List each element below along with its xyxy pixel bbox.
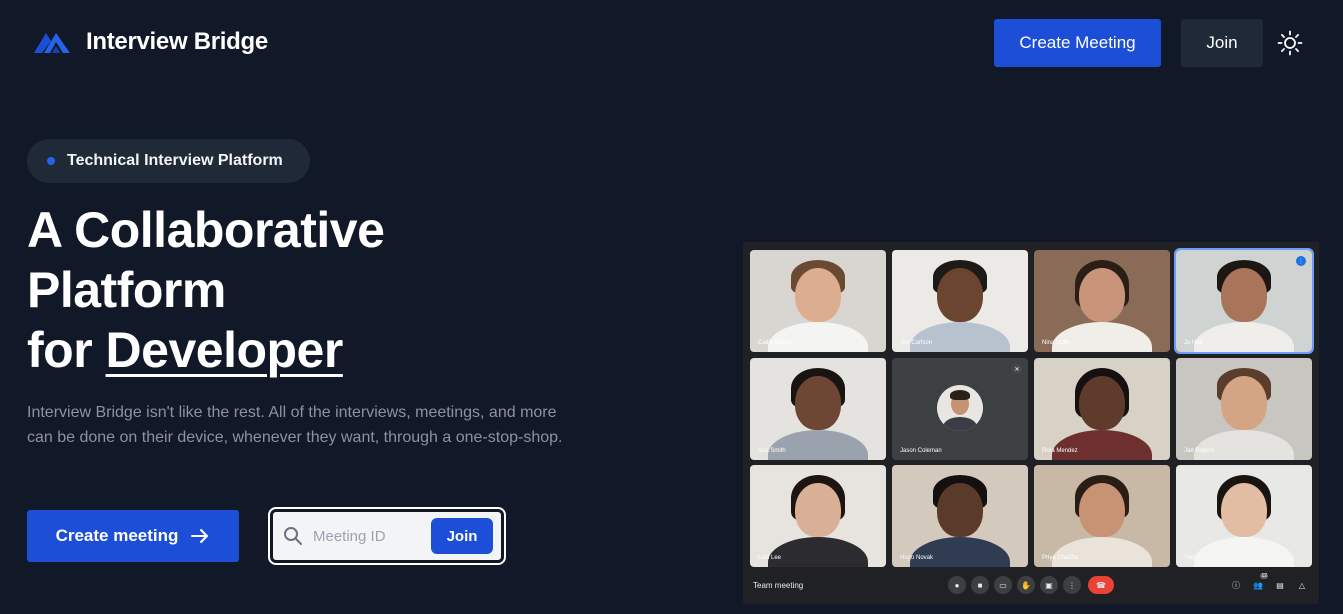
participant-name: You [1184, 555, 1195, 561]
top-nav: Interview Bridge Create Meeting Join [0, 0, 1343, 86]
chat-icon[interactable]: ▤ [1274, 579, 1286, 591]
participant-name: Jason Coleman [900, 448, 942, 454]
participant-tile: Callin Garner [750, 250, 886, 352]
participant-name: Lani Lee [758, 555, 782, 561]
meeting-id-input[interactable] [313, 527, 423, 545]
camera-icon[interactable]: ■ [971, 576, 989, 594]
headline-line-2: Platform [27, 262, 226, 318]
search-icon [284, 527, 302, 545]
participant-tile: Jad Rogers [1176, 358, 1312, 460]
captions-icon[interactable]: ▭ [994, 576, 1012, 594]
participants-count: 12 [1260, 573, 1268, 579]
create-meeting-label: Create meeting [55, 526, 179, 545]
arrow-right-icon [191, 529, 209, 543]
hero-description: Interview Bridge isn't like the rest. Al… [27, 404, 563, 446]
create-meeting-button[interactable]: Create meeting [27, 510, 239, 562]
participant-tile: Joe Carlson [892, 250, 1028, 352]
headline-line-3: for Developer [27, 320, 587, 380]
participant-name: Joe Carlson [900, 340, 933, 346]
participant-name: Priya Chacha [1042, 555, 1079, 561]
join-nav-button[interactable]: Join [1181, 19, 1263, 67]
participant-name: Rota Mendez [1042, 448, 1078, 454]
present-icon[interactable]: ▣ [1040, 576, 1058, 594]
participant-tile: Lani Lee [750, 465, 886, 567]
sun-icon[interactable] [1277, 30, 1303, 56]
category-pill: Technical Interview Platform [27, 139, 310, 183]
create-meeting-nav-button[interactable]: Create Meeting [994, 19, 1161, 67]
pill-label: Technical Interview Platform [67, 152, 283, 169]
end-call-icon[interactable]: ☎ [1088, 576, 1114, 594]
brand-logo[interactable]: Interview Bridge [32, 28, 268, 56]
participant-tile: Nina Duffy [1034, 250, 1170, 352]
participant-name: Jad Rogers [1184, 448, 1215, 454]
raise-hand-icon[interactable]: ✋ [1017, 576, 1035, 594]
brand-name: Interview Bridge [86, 28, 268, 55]
participant-tile: ✕ Jason Coleman [892, 358, 1028, 460]
participant-tile-active: ⋮ Jo Hall [1174, 248, 1314, 354]
mic-icon[interactable]: ● [948, 576, 966, 594]
people-icon[interactable]: 👥 12 [1252, 573, 1268, 591]
avatar [937, 385, 983, 431]
participant-tile: Hugo Novak [892, 465, 1028, 567]
participant-name: Jo Hall [1184, 340, 1203, 346]
join-meeting-button[interactable]: Join [431, 518, 493, 554]
meeting-preview: Callin Garner Joe Carlson Nina Duffy ⋮ J… [743, 242, 1319, 604]
hero-headline: A Collaborative Platform for Developer [27, 200, 587, 380]
participant-name: Ana Smith [758, 448, 786, 454]
meeting-title: Team meeting [753, 581, 804, 590]
activities-icon[interactable]: △ [1296, 579, 1308, 591]
info-icon[interactable]: ⓘ [1230, 579, 1242, 591]
pill-dot-icon [47, 157, 55, 165]
participant-name: Callin Garner [758, 340, 794, 346]
participant-tile: Ana Smith [750, 358, 886, 460]
headline-emphasis: Developer [105, 322, 344, 378]
headline-prefix: for [27, 322, 106, 378]
participant-name: Nina Duffy [1042, 340, 1070, 346]
participant-tile: You [1176, 465, 1312, 567]
mountain-logo-icon [34, 33, 70, 53]
participant-tile: Priya Chacha [1034, 465, 1170, 567]
participant-name: Hugo Novak [900, 555, 934, 561]
join-meeting-form: Join [268, 507, 506, 565]
more-options-icon[interactable]: ⋮ [1063, 576, 1081, 594]
participant-tile: Rota Mendez [1034, 358, 1170, 460]
speaking-indicator-icon: ⋮ [1296, 256, 1306, 266]
headline-line-1: A Collaborative [27, 202, 385, 258]
mic-off-icon: ✕ [1012, 364, 1022, 374]
